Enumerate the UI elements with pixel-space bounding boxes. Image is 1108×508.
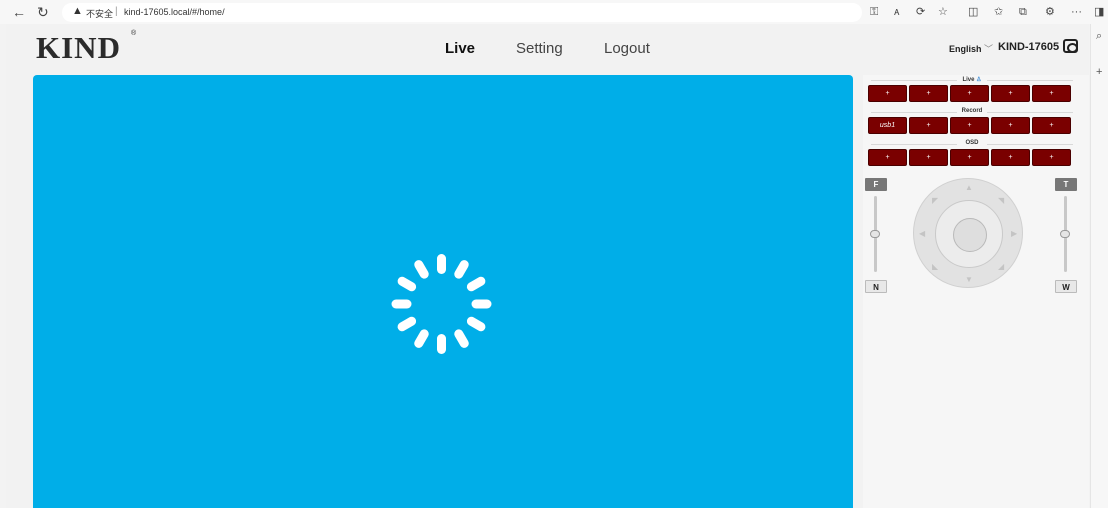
joystick-center-button[interactable]: [953, 218, 987, 252]
sidebar-toggle-icon[interactable]: ◨: [1094, 4, 1104, 20]
spinner-dash: [465, 275, 488, 293]
live-button-row: + + + + +: [868, 85, 1071, 102]
record-slot-4-button[interactable]: +: [991, 117, 1030, 134]
url-text[interactable]: kind-17605.local/#/home/: [124, 7, 225, 17]
language-select[interactable]: English: [949, 44, 982, 54]
osd-slot-1-button[interactable]: +: [868, 149, 907, 166]
focus-slider-knob[interactable]: [870, 230, 880, 238]
favorites-icon[interactable]: ✩: [994, 4, 1003, 20]
record-usb1-button[interactable]: usb1: [868, 117, 907, 134]
key-icon[interactable]: ⚿: [870, 4, 878, 20]
spinner-dash: [395, 275, 418, 293]
live-slot-5-button[interactable]: +: [1032, 85, 1071, 102]
spinner-dash: [391, 299, 412, 309]
record-button-row: usb1 + + + +: [868, 117, 1071, 134]
live-section-title: Live ♙: [863, 76, 1081, 83]
warning-icon: ▲: [72, 5, 83, 17]
record-slot-3-button[interactable]: +: [950, 117, 989, 134]
osd-slot-4-button[interactable]: +: [991, 149, 1030, 166]
device-name: KIND-17605: [998, 41, 1060, 53]
focus-far-button[interactable]: F: [865, 178, 887, 191]
up-right-arrow-icon[interactable]: ◥: [998, 197, 1004, 205]
osd-slot-3-button[interactable]: +: [950, 149, 989, 166]
split-screen-icon[interactable]: ◫: [968, 4, 978, 20]
zoom-wide-button[interactable]: W: [1055, 280, 1077, 293]
live-title-text: Live: [962, 77, 975, 83]
spinner-dash: [412, 327, 431, 350]
user-icon: ♙: [976, 77, 982, 83]
add-icon[interactable]: +: [1096, 66, 1102, 78]
record-slot-5-button[interactable]: +: [1032, 117, 1071, 134]
browser-sidebar: ⌕ +: [1090, 24, 1108, 508]
snapshot-camera-icon[interactable]: [1063, 39, 1078, 53]
page: KIND ® Live Setting Logout English ﹀ KIN…: [6, 24, 1089, 508]
osd-button-row: + + + + +: [868, 149, 1071, 166]
back-icon[interactable]: ←: [12, 3, 26, 21]
live-slot-4-button[interactable]: +: [991, 85, 1030, 102]
star-icon[interactable]: ☆: [938, 4, 948, 20]
zoom-slider-knob[interactable]: [1060, 230, 1070, 238]
spinner-dash: [437, 334, 446, 354]
down-arrow-icon[interactable]: ▼: [965, 276, 973, 284]
search-icon[interactable]: ⌕: [1096, 30, 1102, 43]
collections-icon[interactable]: ⧉: [1019, 4, 1027, 20]
left-arrow-icon[interactable]: ◀: [919, 230, 925, 238]
right-arrow-icon[interactable]: ▶: [1011, 230, 1017, 238]
spinner-dash: [471, 299, 492, 309]
up-left-arrow-icon[interactable]: ◤: [932, 197, 938, 205]
live-slot-1-button[interactable]: +: [868, 85, 907, 102]
down-left-arrow-icon[interactable]: ◣: [932, 263, 938, 271]
spinner-dash: [395, 315, 418, 333]
refresh-icon[interactable]: ↻: [37, 3, 49, 21]
sync-icon[interactable]: ⟳: [916, 4, 925, 20]
read-aloud-icon[interactable]: ᴀ: [894, 4, 899, 20]
record-slot-2-button[interactable]: +: [909, 117, 948, 134]
down-right-arrow-icon[interactable]: ◢: [998, 263, 1004, 271]
browser-toolbar: ← ↻ ▲ 不安全 | kind-17605.local/#/home/ ⚿ ᴀ…: [0, 0, 1108, 24]
nav-live[interactable]: Live: [445, 40, 475, 57]
focus-near-button[interactable]: N: [865, 280, 887, 293]
spinner-dash: [412, 258, 431, 281]
chevron-down-icon[interactable]: ﹀: [984, 42, 993, 55]
spinner-dash: [437, 254, 446, 274]
osd-slot-5-button[interactable]: +: [1032, 149, 1071, 166]
control-panel: Live ♙ + + + + + Record usb1 + + + + OSD…: [863, 75, 1089, 508]
spinner-dash: [452, 327, 471, 350]
live-slot-2-button[interactable]: +: [909, 85, 948, 102]
spinner-dash: [465, 315, 488, 333]
insecure-label: 不安全: [86, 9, 114, 19]
registered-mark: ®: [131, 30, 137, 37]
address-separator: |: [115, 6, 118, 17]
nav-setting[interactable]: Setting: [516, 40, 563, 57]
more-icon[interactable]: ···: [1071, 4, 1082, 20]
ptz-joystick[interactable]: ▲ ▼ ◀ ▶ ◤ ◥ ◣ ◢: [913, 178, 1023, 288]
nav-logout[interactable]: Logout: [604, 40, 650, 57]
video-player[interactable]: [33, 75, 853, 508]
extension-icon[interactable]: ⚙: [1045, 4, 1055, 20]
record-section-title: Record: [961, 108, 983, 114]
up-arrow-icon[interactable]: ▲: [965, 184, 973, 192]
address-bar[interactable]: ▲ 不安全 | kind-17605.local/#/home/: [62, 3, 862, 22]
spinner-dash: [452, 258, 471, 281]
osd-section-title: OSD: [965, 140, 979, 146]
joystick-ring[interactable]: [935, 200, 1003, 268]
logo: KIND: [36, 30, 121, 65]
zoom-tele-button[interactable]: T: [1055, 178, 1077, 191]
osd-slot-2-button[interactable]: +: [909, 149, 948, 166]
live-slot-3-button[interactable]: +: [950, 85, 989, 102]
